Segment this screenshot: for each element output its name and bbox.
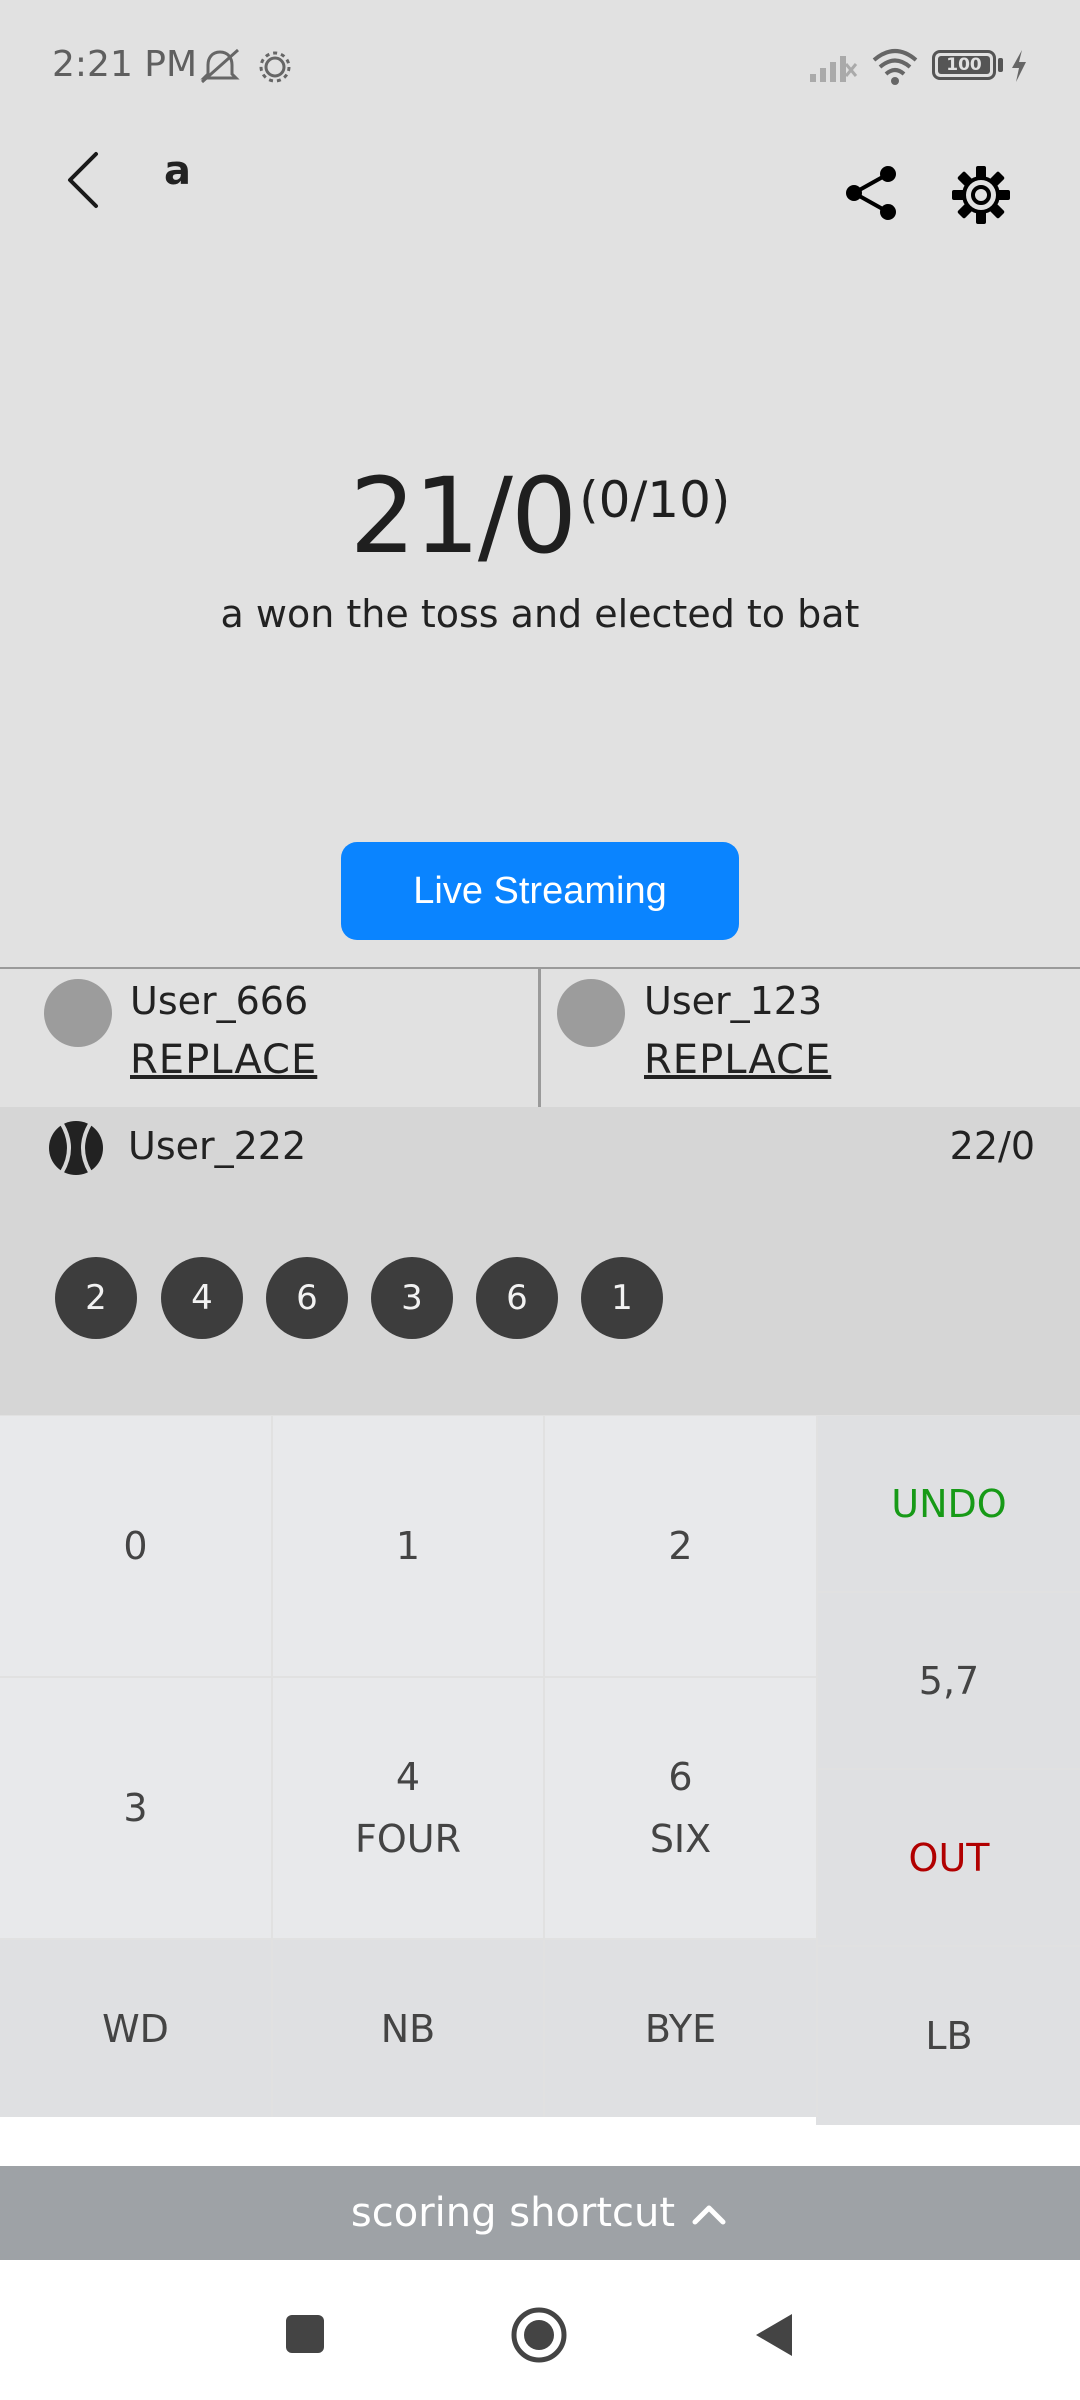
ball-result-chip: 1 (581, 1257, 663, 1339)
batsman-2[interactable]: User_123 REPLACE (541, 969, 1080, 1107)
key-lb-extension (816, 2117, 1080, 2125)
key-label: 4 (395, 1755, 421, 1799)
match-title: a (164, 148, 191, 194)
bell-off-icon (200, 48, 240, 84)
toss-result: a won the toss and elected to bat (220, 592, 860, 636)
status-time: 2:21 PM (52, 44, 198, 85)
wifi-icon (872, 49, 918, 85)
avatar (557, 979, 625, 1047)
ball-result-chip: 4 (161, 1257, 243, 1339)
score-overs: (0/10) (579, 471, 731, 529)
avatar (44, 979, 112, 1047)
key-sublabel: FOUR (355, 1817, 461, 1861)
key-1[interactable]: 1 (273, 1416, 543, 1676)
score-runs-wickets: 21/0 (349, 455, 578, 577)
replace-batsman-link[interactable]: REPLACE (130, 1037, 317, 1083)
nav-back-icon[interactable] (752, 2310, 796, 2360)
ball-result-chip: 3 (371, 1257, 453, 1339)
batsman-1[interactable]: User_666 REPLACE (0, 969, 538, 1107)
scoring-shortcut-label: scoring shortcut (350, 2190, 676, 2236)
key-leg-bye[interactable]: LB (818, 1947, 1080, 2125)
ball-result-chip: 2 (55, 1257, 137, 1339)
key-2[interactable]: 2 (545, 1416, 816, 1676)
chevron-up-icon (692, 2205, 726, 2225)
batsman-name: User_123 (644, 979, 823, 1023)
key-label: WD (102, 2006, 169, 2051)
scoring-shortcut-bar[interactable]: scoring shortcut (0, 2166, 1080, 2260)
battery-icon: 100 (932, 50, 996, 80)
key-label: OUT (908, 1835, 990, 1880)
gear-icon[interactable] (950, 164, 1012, 226)
key-label: 2 (668, 1524, 693, 1568)
batsman-name: User_666 (130, 979, 309, 1023)
key-label: LB (925, 2014, 973, 2058)
out-button[interactable]: OUT (818, 1770, 1080, 1945)
key-6-six[interactable]: 6 SIX (545, 1678, 816, 1938)
key-bye[interactable]: BYE (545, 1940, 816, 2117)
replace-batsman-link[interactable]: REPLACE (644, 1037, 831, 1083)
key-label: 1 (395, 1524, 421, 1568)
ball-result-chip: 6 (266, 1257, 348, 1339)
score-display: 21/0(0/10) (0, 455, 1080, 577)
key-0[interactable]: 0 (0, 1416, 271, 1676)
key-4-four[interactable]: 4 FOUR (273, 1678, 543, 1938)
key-label: NB (380, 2006, 436, 2051)
key-3[interactable]: 3 (0, 1678, 271, 1938)
ball-result-chip: 6 (476, 1257, 558, 1339)
key-label: 6 (668, 1755, 693, 1799)
bowler-name[interactable]: User_222 (128, 1124, 306, 1168)
key-label: 3 (123, 1786, 148, 1830)
key-sublabel: SIX (649, 1817, 712, 1861)
key-wide[interactable]: WD (0, 1940, 271, 2117)
settings-sun-icon (259, 51, 291, 83)
key-label: UNDO (891, 1481, 1007, 1526)
cricket-ball-icon (49, 1121, 103, 1175)
recent-apps-icon[interactable] (286, 2315, 324, 2353)
key-no-ball[interactable]: NB (273, 1940, 543, 2117)
battery-tip (998, 58, 1003, 72)
live-streaming-button[interactable]: Live Streaming (341, 842, 739, 940)
back-arrow-icon[interactable] (60, 150, 110, 210)
key-label: 5,7 (918, 1658, 980, 1703)
signal-icon (810, 56, 858, 82)
key-label: BYE (644, 2006, 717, 2051)
charging-icon (1012, 50, 1026, 82)
bowler-figures: 22/0 (949, 1124, 1035, 1168)
battery-level: 100 (946, 55, 982, 75)
undo-button[interactable]: UNDO (818, 1416, 1080, 1591)
key-5-7[interactable]: 5,7 (818, 1593, 1080, 1768)
home-icon[interactable] (510, 2306, 568, 2364)
share-icon[interactable] (842, 164, 900, 222)
key-label: 0 (123, 1524, 148, 1568)
